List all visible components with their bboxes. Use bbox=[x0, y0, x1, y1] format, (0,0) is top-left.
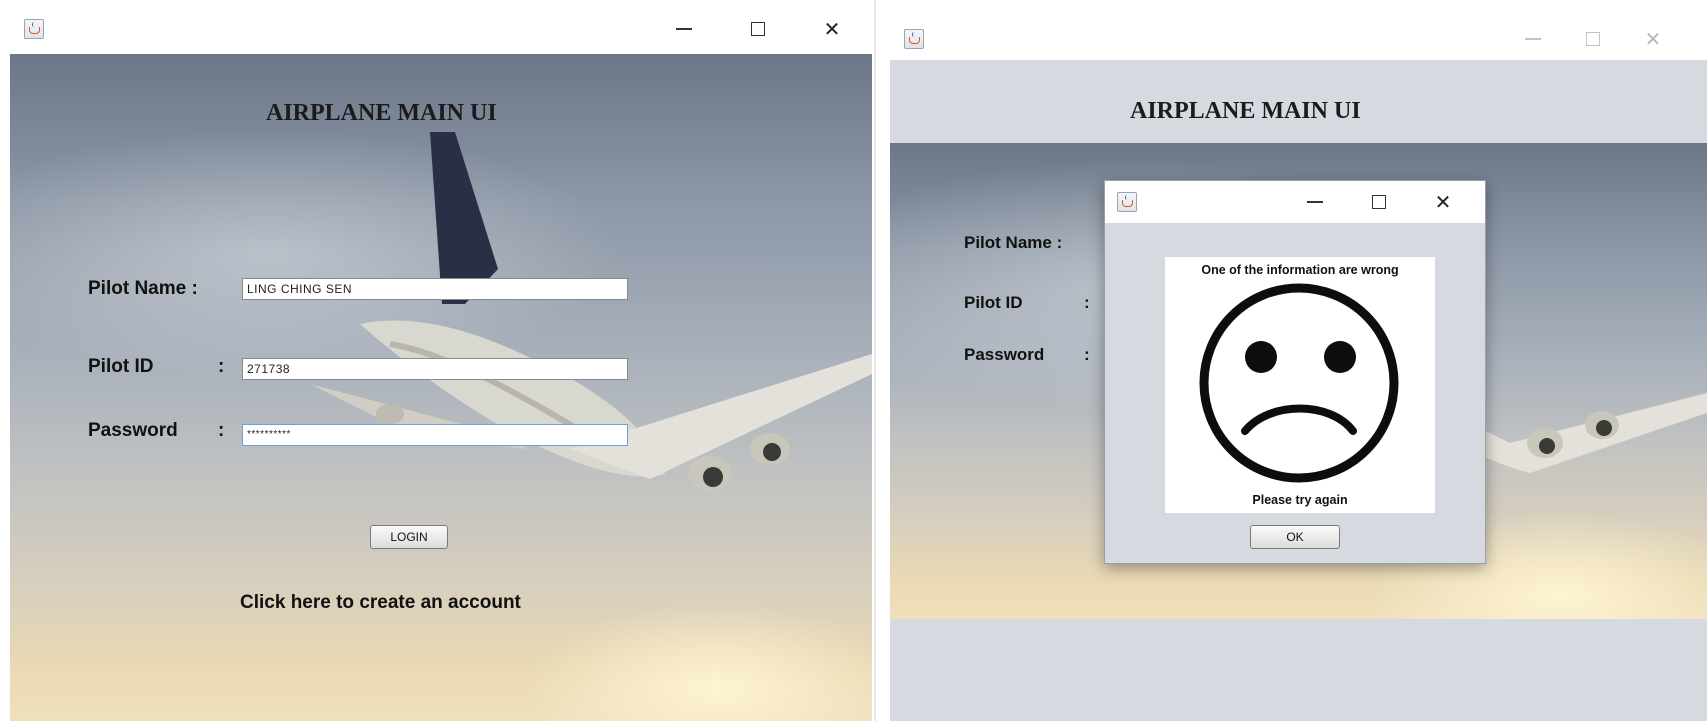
password-label: Password bbox=[964, 345, 1045, 364]
dialog-title-bar: ✕ bbox=[1105, 181, 1485, 223]
pilot-id-label: Pilot ID bbox=[964, 293, 1023, 312]
error-dialog: ✕ One of the information are wrong Pleas… bbox=[1104, 180, 1486, 564]
pilot-id-input[interactable]: 271738 bbox=[242, 358, 628, 380]
page-title: AIRPLANE MAIN UI bbox=[266, 100, 497, 126]
pilot-name-label: Pilot Name : bbox=[964, 233, 1063, 252]
password-colon: : bbox=[218, 420, 225, 441]
minimize-icon[interactable] bbox=[1295, 187, 1335, 217]
retry-message: Please try again bbox=[1252, 493, 1348, 507]
password-colon: : bbox=[1084, 345, 1090, 364]
maximize-icon[interactable] bbox=[1359, 187, 1399, 217]
error-message: One of the information are wrong bbox=[1201, 263, 1399, 277]
password-label: Password bbox=[88, 420, 178, 441]
minimize-icon[interactable] bbox=[1513, 24, 1553, 54]
pilot-id-colon: : bbox=[1084, 293, 1090, 312]
pilot-id-label: Pilot ID bbox=[88, 356, 154, 377]
login-button[interactable]: LOGIN bbox=[370, 525, 448, 549]
maximize-icon[interactable] bbox=[1573, 24, 1613, 54]
message-panel: One of the information are wrong Please … bbox=[1165, 257, 1435, 513]
close-icon[interactable]: ✕ bbox=[1633, 24, 1673, 54]
title-bar: ✕ bbox=[890, 8, 1707, 60]
pilot-name-input[interactable]: LING CHING SEN bbox=[242, 278, 628, 300]
create-account-link[interactable]: Click here to create an account bbox=[240, 592, 521, 614]
pilot-id-colon: : bbox=[218, 356, 225, 377]
java-icon bbox=[24, 19, 44, 39]
close-icon[interactable]: ✕ bbox=[1423, 187, 1463, 217]
pilot-name-label: Pilot Name : bbox=[88, 278, 198, 299]
ok-button[interactable]: OK bbox=[1250, 525, 1340, 549]
password-input[interactable]: ********** bbox=[242, 424, 628, 446]
title-bar: ✕ bbox=[0, 0, 872, 54]
divider-line bbox=[874, 0, 876, 721]
login-window: ✕ AIRPLANE MAIN UI Pilot Name : LING CHI… bbox=[0, 0, 872, 721]
login-window-error-state: ✕ AIRPLANE MAIN UI Pilot Name : Pilot ID… bbox=[890, 8, 1707, 721]
java-icon bbox=[1117, 192, 1137, 212]
sad-face-icon bbox=[1199, 283, 1399, 483]
maximize-icon[interactable] bbox=[738, 14, 778, 44]
airplane-background-image: AIRPLANE MAIN UI Pilot Name : LING CHING… bbox=[10, 54, 872, 721]
minimize-icon[interactable] bbox=[664, 14, 704, 44]
java-icon bbox=[904, 29, 924, 49]
page-title: AIRPLANE MAIN UI bbox=[1130, 98, 1361, 124]
close-icon[interactable]: ✕ bbox=[812, 14, 852, 44]
airplane-image bbox=[310, 132, 872, 492]
